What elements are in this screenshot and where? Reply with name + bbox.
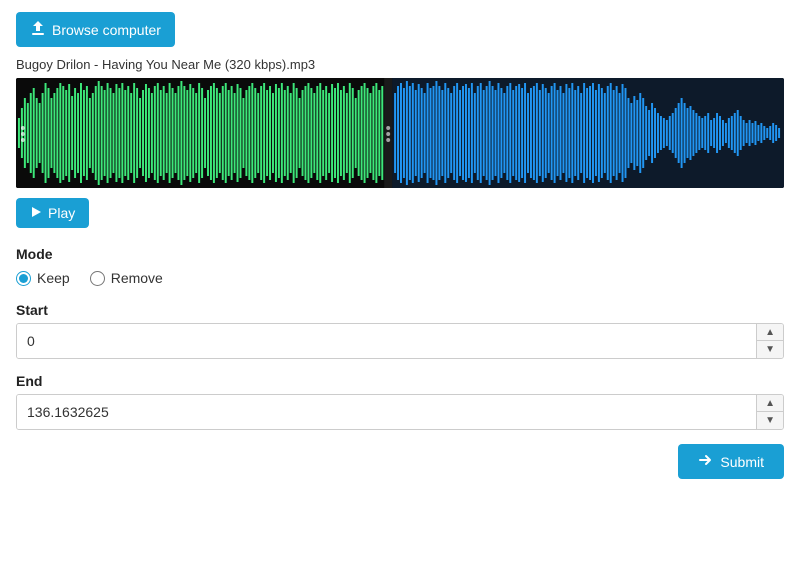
submit-button[interactable]: Submit — [678, 444, 784, 479]
end-label: End — [16, 373, 784, 389]
end-section: End ▲ ▼ — [16, 373, 784, 430]
mode-remove-radio[interactable] — [90, 271, 105, 286]
browse-button-label: Browse computer — [52, 22, 161, 38]
upload-icon — [30, 20, 46, 39]
mode-section: Mode Keep Remove — [16, 246, 784, 286]
start-label: Start — [16, 302, 784, 318]
mode-keep-option[interactable]: Keep — [16, 270, 70, 286]
end-decrement-button[interactable]: ▼ — [757, 412, 783, 429]
end-increment-button[interactable]: ▲ — [757, 395, 783, 412]
start-spinner: ▲ ▼ — [756, 324, 783, 358]
start-decrement-button[interactable]: ▼ — [757, 341, 783, 358]
start-input-wrapper: ▲ ▼ — [16, 323, 784, 359]
waveform-svg — [16, 78, 784, 188]
submit-row: Submit — [16, 444, 784, 479]
start-increment-button[interactable]: ▲ — [757, 324, 783, 341]
mode-label: Mode — [16, 246, 784, 262]
end-spinner: ▲ ▼ — [756, 395, 783, 429]
mode-remove-option[interactable]: Remove — [90, 270, 163, 286]
play-button-label: Play — [48, 205, 75, 221]
browse-button[interactable]: Browse computer — [16, 12, 175, 47]
start-input[interactable] — [17, 324, 756, 358]
mode-radio-group: Keep Remove — [16, 270, 784, 286]
end-input-wrapper: ▲ ▼ — [16, 394, 784, 430]
submit-button-label: Submit — [720, 454, 764, 470]
mode-keep-radio[interactable] — [16, 271, 31, 286]
play-button[interactable]: Play — [16, 198, 89, 228]
start-section: Start ▲ ▼ — [16, 302, 784, 359]
waveform-display[interactable] — [16, 78, 784, 188]
arrow-right-icon — [698, 453, 712, 470]
mode-remove-label: Remove — [111, 270, 163, 286]
filename-label: Bugoy Drilon - Having You Near Me (320 k… — [16, 57, 784, 72]
end-input[interactable] — [17, 395, 756, 429]
mode-keep-label: Keep — [37, 270, 70, 286]
play-icon — [30, 205, 42, 221]
